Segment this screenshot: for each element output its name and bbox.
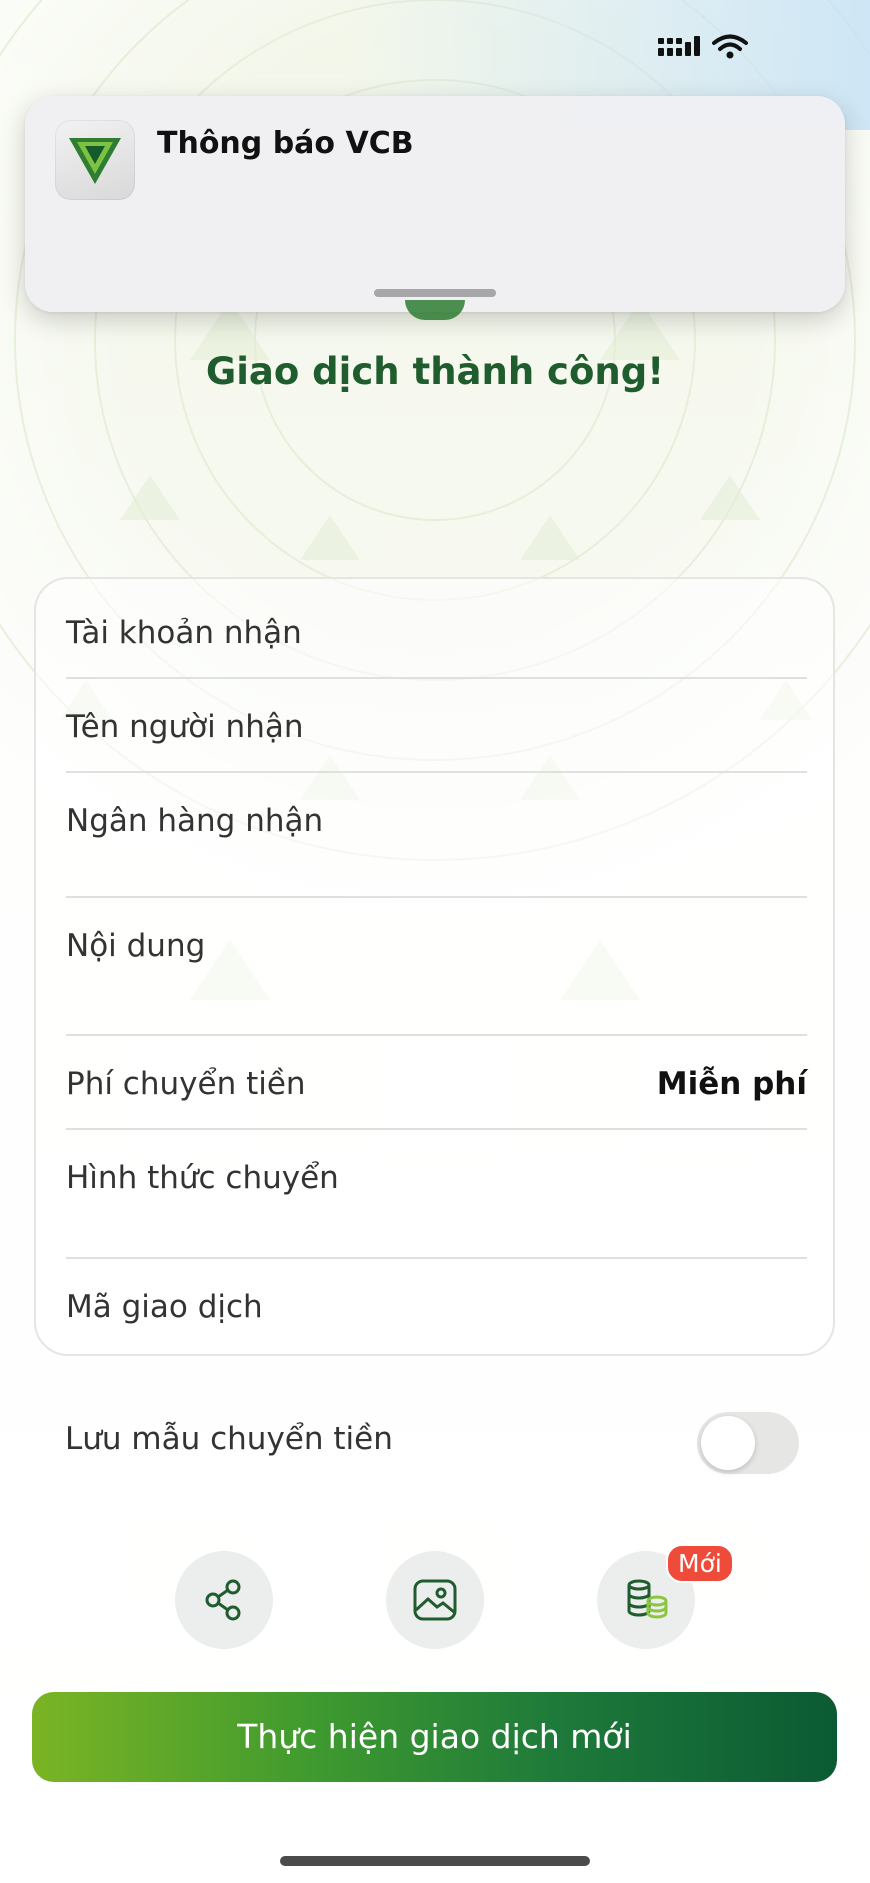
- status-bar: [658, 34, 748, 65]
- detail-label: Tài khoản nhận: [66, 615, 302, 651]
- notification-body-placeholder: [150, 266, 830, 272]
- detail-row-receiver-bank: Ngân hàng nhận: [66, 773, 807, 898]
- detail-row-transaction-id: Mã giao dịch: [66, 1259, 807, 1356]
- new-transaction-button[interactable]: Thực hiện giao dịch mới: [32, 1692, 837, 1782]
- save-image-button[interactable]: [386, 1551, 484, 1649]
- detail-row-transfer-method: Hình thức chuyển: [66, 1130, 807, 1259]
- detail-value: Miễn phí: [656, 1066, 807, 1102]
- coins-icon: [627, 1579, 668, 1619]
- share-icon: [205, 1579, 241, 1621]
- new-badge: Mới: [666, 1544, 734, 1583]
- detail-row-content: Nội dung: [66, 898, 807, 1036]
- detail-label: Nội dung: [66, 928, 206, 964]
- save-template-toggle[interactable]: [697, 1412, 799, 1474]
- image-icon: [413, 1579, 457, 1621]
- wifi-icon: [712, 34, 748, 65]
- detail-label: Mã giao dịch: [66, 1289, 263, 1325]
- detail-row-receiver-account: Tài khoản nhận: [66, 579, 807, 679]
- detail-label: Tên người nhận: [66, 709, 304, 745]
- notification-title: Thông báo VCB: [157, 126, 414, 161]
- transaction-details-card: Tài khoản nhận Tên người nhận Ngân hàng …: [34, 577, 835, 1356]
- signal-icon: [658, 34, 700, 65]
- notification-handle[interactable]: [374, 289, 496, 297]
- detail-label: Hình thức chuyển: [66, 1160, 339, 1196]
- success-title: Giao dịch thành công!: [205, 350, 665, 393]
- detail-row-fee: Phí chuyển tiền Miễn phí: [66, 1036, 807, 1130]
- detail-row-receiver-name: Tên người nhận: [66, 679, 807, 773]
- share-button[interactable]: [175, 1551, 273, 1649]
- vcb-logo-icon: [55, 120, 135, 200]
- notification-banner[interactable]: Thông báo VCB: [25, 96, 845, 312]
- save-template-label: Lưu mẫu chuyển tiền: [65, 1421, 393, 1457]
- detail-label: Phí chuyển tiền: [66, 1066, 306, 1102]
- home-indicator[interactable]: [280, 1856, 590, 1866]
- toggle-knob: [701, 1416, 755, 1470]
- detail-label: Ngân hàng nhận: [66, 803, 324, 839]
